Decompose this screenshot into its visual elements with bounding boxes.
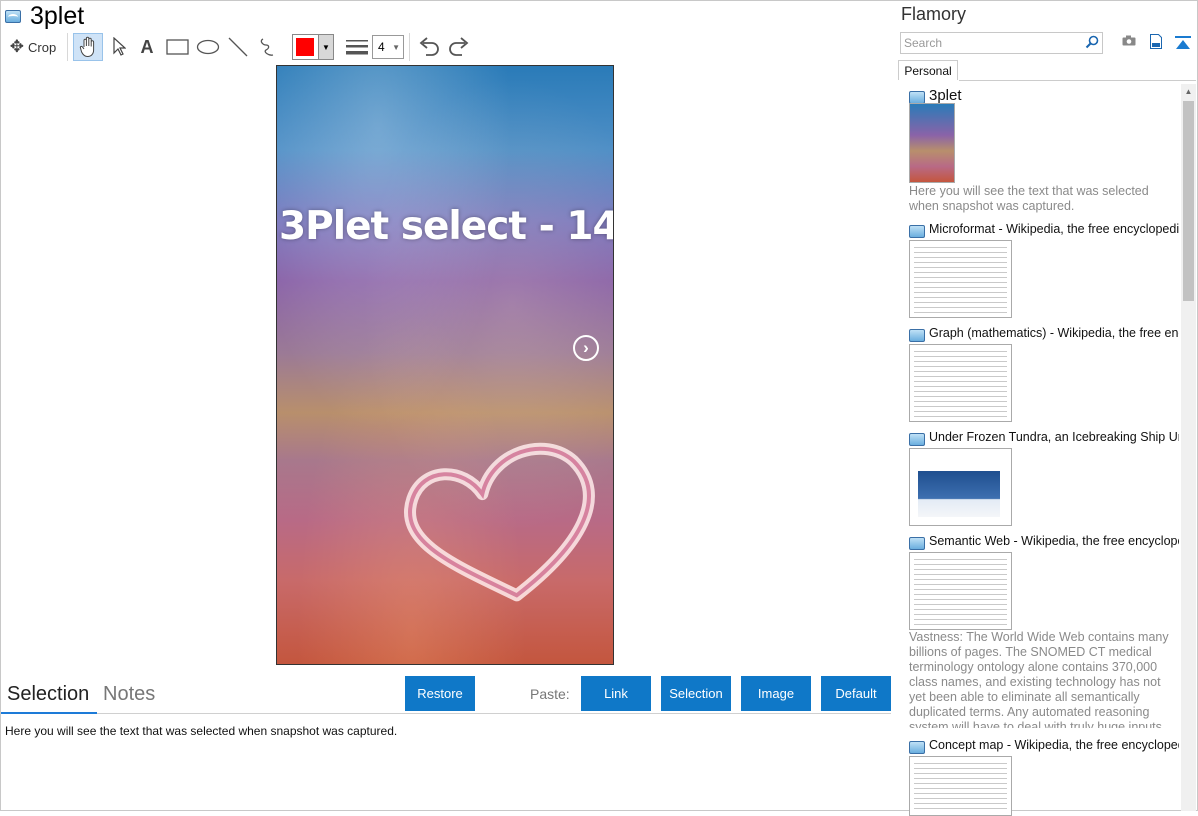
item-thumbnail [909, 448, 1012, 526]
tab-selection[interactable]: Selection [7, 683, 89, 706]
line-width-menu[interactable] [343, 33, 371, 61]
thumbnail-lines [914, 763, 1007, 811]
item-note: Here you will see the text that was sele… [909, 184, 1149, 213]
line-width-select[interactable]: 4 ▼ [372, 35, 404, 59]
scroll-up-icon[interactable]: ▲ [1181, 84, 1196, 99]
line-width-value: 4 [378, 40, 385, 54]
snapshot-icon [5, 10, 21, 23]
color-picker[interactable]: ▼ [292, 34, 334, 60]
snapshot-icon [909, 433, 925, 446]
collapse-panel-icon[interactable] [1174, 35, 1192, 51]
redo-button[interactable] [445, 33, 473, 61]
rectangle-icon [166, 39, 189, 55]
line-tool-button[interactable] [224, 33, 252, 61]
item-title: Concept map - Wikipedia, the free encycl… [929, 738, 1179, 752]
item-thumbnail [909, 756, 1012, 816]
pointer-icon [113, 37, 126, 56]
tab-notes[interactable]: Notes [103, 683, 155, 706]
paste-selection-button[interactable]: Selection [661, 676, 731, 711]
chevron-down-icon: ▼ [318, 35, 333, 59]
tab-personal[interactable]: Personal [898, 60, 958, 80]
flamory-panel: Flamory Search Personal 3plet Here you w… [893, 0, 1198, 816]
crop-button[interactable]: ✥ Crop [6, 33, 60, 61]
heart-drawing [404, 442, 595, 602]
item-thumbnail [909, 344, 1012, 422]
active-tab-indicator [1, 712, 97, 714]
camera-icon[interactable] [1122, 35, 1136, 46]
search-icon[interactable] [1085, 34, 1099, 54]
line-icon [228, 37, 248, 57]
item-thumbnail [909, 552, 1012, 630]
panel-title: Flamory [901, 4, 967, 24]
rectangle-tool-button[interactable] [164, 33, 192, 61]
hand-tool-button[interactable] [73, 33, 103, 61]
scroll-thumb[interactable] [1183, 101, 1194, 301]
selection-text[interactable]: Here you will see the text that was sele… [5, 724, 397, 738]
hand-icon [79, 36, 95, 58]
crop-icon: ✥ [9, 37, 25, 56]
item-note: Vastness: The World Wide Web contains ma… [909, 630, 1169, 728]
tab-divider [959, 80, 1196, 81]
snapshot-caption: 3Plet select - 14.02 [279, 204, 614, 249]
thumbnail-photo [918, 471, 1000, 517]
color-swatch [296, 38, 314, 56]
line-width-icon [346, 40, 368, 55]
crop-label: Crop [28, 39, 57, 55]
item-title: Under Frozen Tundra, an Icebreaking Ship… [929, 430, 1179, 444]
snapshot-editor: 3plet ✥ Crop A ▼ 4 ▼ 3Plet select - 14 ›… [0, 0, 893, 811]
snapshot-icon [909, 225, 925, 238]
thumbnail-lines [914, 559, 1007, 625]
item-title: Semantic Web - Wikipedia, the free encyc… [929, 534, 1179, 548]
freehand-tool-button[interactable] [254, 33, 282, 61]
thumbnail-lines [914, 351, 1007, 417]
undo-button[interactable] [415, 33, 443, 61]
item-title: Microformat - Wikipedia, the free encycl… [929, 222, 1179, 236]
ellipse-tool-button[interactable] [194, 33, 222, 61]
paste-label: Paste: [530, 686, 570, 702]
search-input[interactable]: Search [900, 32, 1103, 54]
paste-default-button[interactable]: Default [821, 676, 891, 711]
ellipse-icon [196, 39, 220, 55]
undo-icon [419, 37, 439, 56]
paste-image-button[interactable]: Image [741, 676, 811, 711]
snapshot-icon [909, 537, 925, 550]
text-tool-button[interactable]: A [135, 33, 159, 61]
item-title: Graph (mathematics) - Wikipedia, the fre… [929, 326, 1179, 340]
restore-button[interactable]: Restore [405, 676, 475, 711]
redo-icon [449, 37, 469, 56]
item-thumbnail [909, 240, 1012, 318]
snapshot-icon [909, 741, 925, 754]
document-title: 3plet [30, 2, 85, 30]
select-arrow-tool-button[interactable] [106, 33, 132, 61]
item-thumbnail [909, 103, 955, 183]
scrollbar[interactable]: ▲ [1181, 84, 1196, 811]
toolbar-separator [67, 33, 68, 61]
next-arrow-icon[interactable]: › [573, 335, 599, 361]
thumbnail-lines [914, 247, 1007, 313]
page-icon[interactable] [1150, 34, 1162, 49]
chevron-down-icon: ▼ [392, 42, 400, 52]
paste-link-button[interactable]: Link [581, 676, 651, 711]
snapshot-icon [909, 329, 925, 342]
item-title: 3plet [929, 87, 962, 104]
freehand-icon [260, 38, 274, 56]
tab-divider [1, 713, 891, 714]
search-placeholder: Search [904, 36, 943, 50]
toolbar-separator [409, 33, 410, 61]
snapshot-image[interactable]: 3Plet select - 14.02 › [276, 65, 614, 665]
